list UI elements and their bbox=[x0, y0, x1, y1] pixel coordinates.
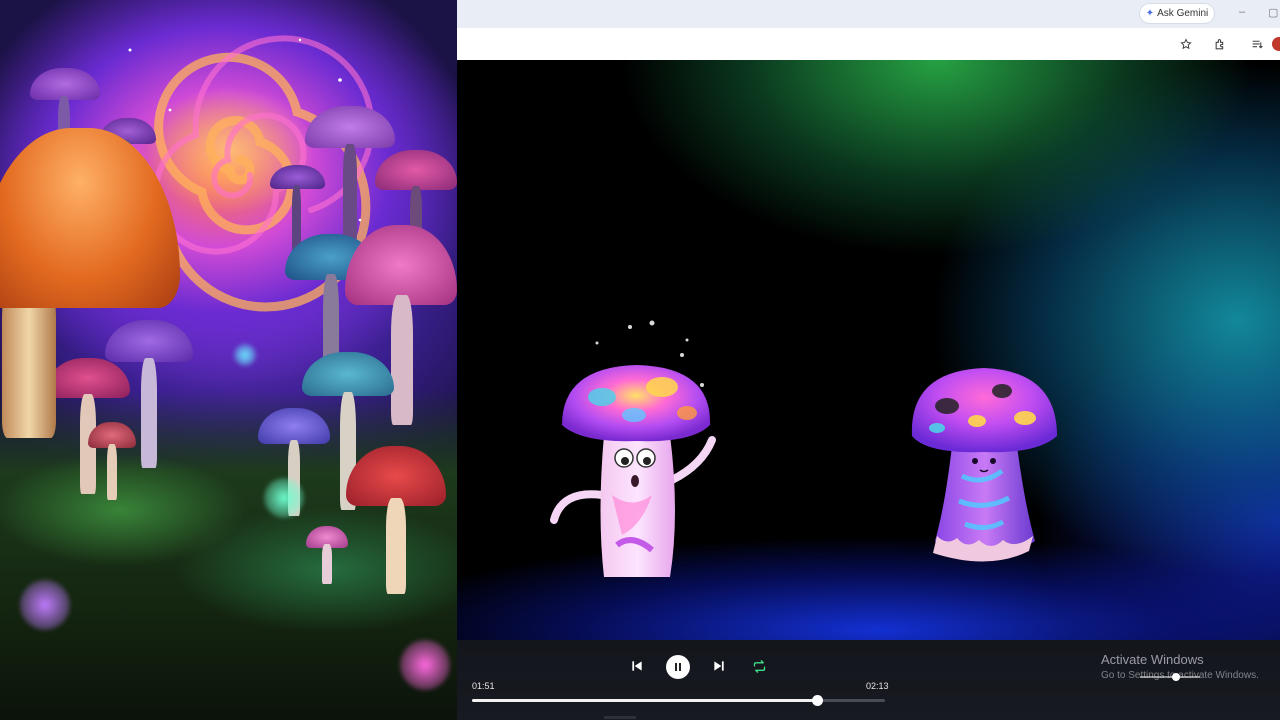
gemini-sparkle-icon: ✦ bbox=[1145, 8, 1155, 19]
progress-fill bbox=[472, 699, 817, 702]
mushroom-forest-image bbox=[0, 0, 457, 720]
previous-track-button[interactable] bbox=[628, 657, 646, 675]
repeat-icon bbox=[753, 659, 765, 673]
next-track-button[interactable] bbox=[710, 657, 728, 675]
progress-handle[interactable] bbox=[811, 695, 823, 706]
dancing-mushroom-character bbox=[550, 320, 716, 577]
profile-avatar[interactable] bbox=[1272, 37, 1280, 51]
browser-toolbar bbox=[457, 28, 1280, 60]
volume-handle[interactable] bbox=[1172, 673, 1180, 681]
crystal-glow bbox=[264, 478, 304, 518]
repeat-button[interactable] bbox=[750, 657, 768, 675]
minimize-button[interactable]: – bbox=[1239, 6, 1245, 18]
progress-slider[interactable] bbox=[472, 695, 885, 706]
skip-next-icon bbox=[714, 661, 724, 671]
page-scroll-indicator bbox=[604, 716, 636, 719]
crystal-glow bbox=[400, 640, 450, 690]
mushroom-shape bbox=[306, 526, 348, 586]
video-player-stage[interactable] bbox=[457, 60, 1280, 640]
extensions-icon[interactable] bbox=[1212, 36, 1228, 52]
star-icon[interactable] bbox=[1178, 36, 1194, 52]
crystal-glow bbox=[234, 344, 256, 366]
restore-button[interactable]: ▢ bbox=[1268, 6, 1278, 19]
reading-list-icon[interactable] bbox=[1249, 36, 1265, 52]
mushroom-shape bbox=[88, 422, 136, 502]
activate-windows-title: Activate Windows bbox=[1101, 652, 1204, 667]
pause-button[interactable] bbox=[666, 655, 690, 679]
pause-icon bbox=[675, 663, 681, 671]
volume-slider[interactable] bbox=[1140, 673, 1200, 681]
crystal-glow bbox=[20, 580, 70, 630]
orange-mushroom bbox=[0, 128, 180, 438]
current-time: 01:51 bbox=[472, 681, 495, 691]
ask-gemini-button[interactable]: ✦ Ask Gemini bbox=[1140, 4, 1214, 23]
jellyfish-mushroom-character bbox=[911, 368, 1057, 562]
ask-gemini-label: Ask Gemini bbox=[1157, 8, 1209, 19]
skip-previous-icon bbox=[632, 661, 642, 671]
address-bar[interactable] bbox=[457, 32, 1157, 56]
duration-time: 02:13 bbox=[866, 681, 889, 691]
mushroom-shape bbox=[346, 446, 446, 596]
